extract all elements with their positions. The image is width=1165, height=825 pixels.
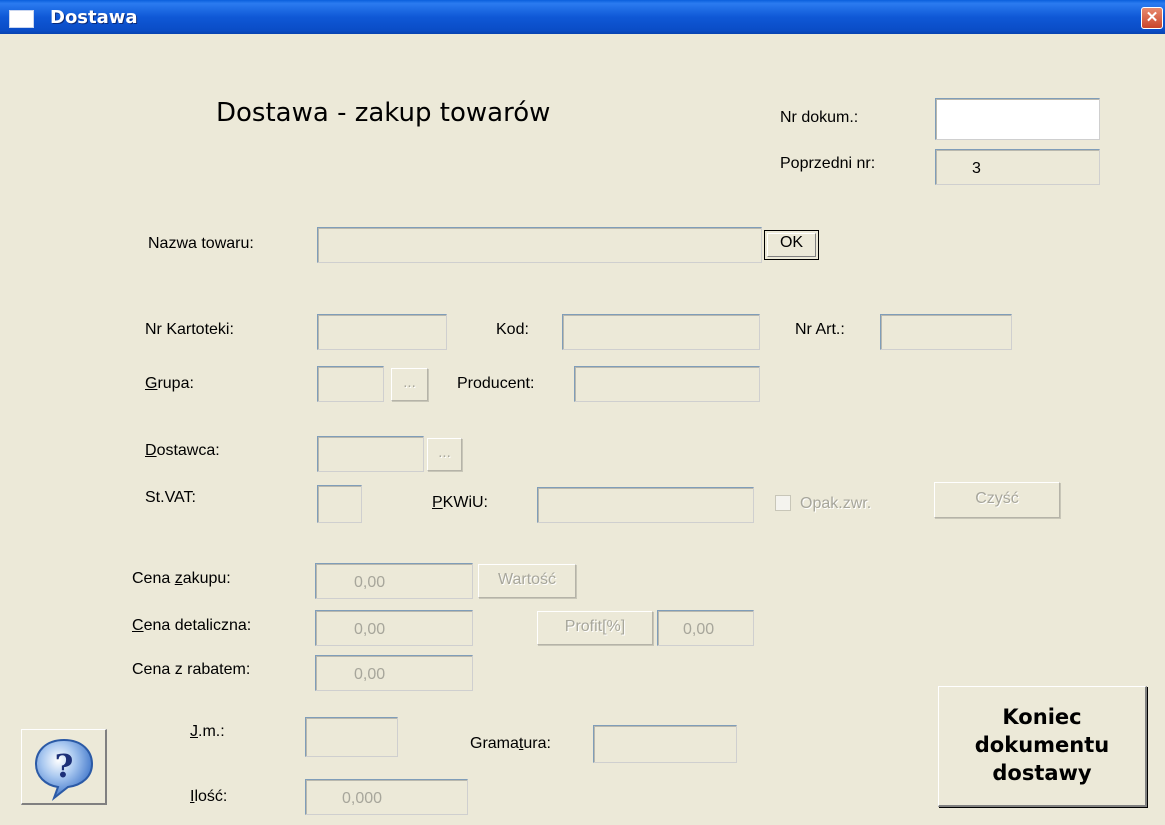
dostawa-window: Dostawa ✕ Dostawa - zakup towarów Nr dok… [0,0,1165,825]
end-button-line3: dostawy [992,761,1092,785]
dostawca-label: Dostawca: [145,442,220,459]
jm-label: J.m.: [190,723,225,740]
help-button[interactable]: ? [21,729,107,805]
poprzedni-nr-field: 3 [935,149,1100,185]
nr-dokum-label: Nr dokum.: [780,109,859,126]
window-title: Dostawa [50,7,138,28]
poprzedni-nr-label: Poprzedni nr: [780,155,876,172]
title-bar[interactable]: Dostawa ✕ [0,0,1165,34]
cena-detaliczna-input[interactable]: 0,00 [315,610,473,646]
nazwa-towaru-input[interactable] [317,227,762,263]
grupa-label: Grupa: [145,375,194,392]
window-icon [9,10,34,28]
nr-kartoteki-field [317,314,447,350]
nr-art-field [880,314,1012,350]
nr-art-label: Nr Art.: [795,321,845,338]
kod-label: Kod: [496,321,529,338]
profit-value: 0,00 [683,621,715,638]
cena-z-rabatem-label: Cena z rabatem: [132,661,251,678]
ok-button[interactable]: OK [764,230,819,260]
nr-dokum-input[interactable] [935,98,1100,140]
st-vat-field [317,485,362,523]
czysc-button[interactable]: Czyść [934,482,1060,518]
ilosc-label: Ilość: [190,788,228,805]
opak-zwr-label: Opak.zwr. [800,495,872,512]
wartosc-button[interactable]: Wartość [478,564,576,598]
jm-field [305,717,398,757]
pkwiu-label: PKWiU: [432,494,488,511]
producent-field [574,366,760,402]
grupa-field [317,366,384,402]
close-button[interactable]: ✕ [1141,7,1163,29]
st-vat-label: St.VAT: [145,489,196,506]
gramatura-field [593,725,737,763]
kod-field [562,314,760,350]
poprzedni-nr-value: 3 [972,160,981,177]
nr-kartoteki-label: Nr Kartoteki: [145,321,234,338]
page-title: Dostawa - zakup towarów [216,98,551,128]
end-document-button[interactable]: Koniec dokumentu dostawy [938,686,1147,807]
end-button-line1: Koniec [1002,705,1082,729]
ok-button-label: OK [779,234,804,251]
help-question-icon: ? [34,738,94,801]
gramatura-label: Gramatura: [470,735,551,752]
cena-zakupu-input[interactable]: 0,00 [315,563,473,599]
nazwa-towaru-label: Nazwa towaru: [148,235,254,252]
cena-detaliczna-label: Cena detaliczna: [132,617,252,634]
producent-label: Producent: [457,375,535,392]
cena-zakupu-value: 0,00 [354,574,386,591]
end-button-line2: dokumentu [974,733,1110,757]
dostawca-field [317,436,424,472]
pkwiu-field [537,487,754,523]
cena-detaliczna-value: 0,00 [354,621,386,638]
grupa-browse-button[interactable]: ... [391,368,428,401]
cena-z-rabatem-value: 0,00 [354,666,386,683]
cena-z-rabatem-input[interactable]: 0,00 [315,655,473,691]
profit-field: 0,00 [657,610,754,646]
cena-zakupu-label: Cena zakupu: [132,570,231,587]
close-icon: ✕ [1145,9,1159,26]
svg-text:?: ? [55,747,74,785]
dostawca-browse-button[interactable]: ... [427,438,462,471]
opak-zwr-checkbox[interactable] [775,495,791,511]
ilosc-input[interactable]: 0,000 [305,779,468,815]
profit-button[interactable]: Profit[%] [537,611,653,645]
ilosc-value: 0,000 [342,790,383,807]
